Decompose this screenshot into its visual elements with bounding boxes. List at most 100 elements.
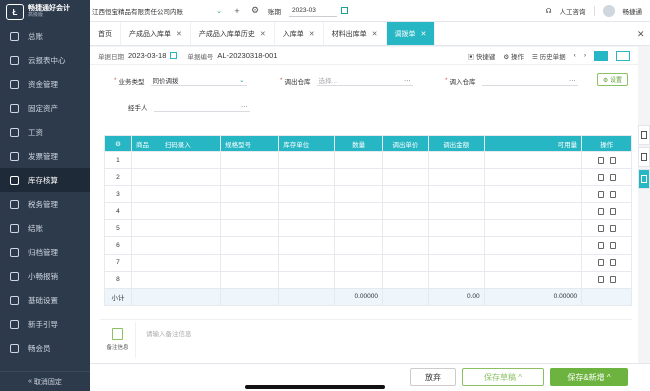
support-link[interactable]: 人工咨询 bbox=[560, 6, 586, 16]
table-cell[interactable] bbox=[278, 270, 336, 289]
date-value[interactable]: 2023-03-18 bbox=[128, 51, 166, 60]
sidebar-item[interactable]: 总账 bbox=[0, 24, 90, 48]
memo-tab[interactable]: 备注信息 bbox=[100, 321, 136, 358]
table-cell[interactable] bbox=[334, 270, 383, 289]
table-cell[interactable] bbox=[334, 202, 383, 221]
table-cell[interactable] bbox=[382, 253, 429, 272]
table-cell[interactable] bbox=[220, 150, 280, 170]
add-icon[interactable]: + bbox=[230, 6, 244, 16]
tab[interactable]: 入库单 ✕ bbox=[275, 22, 324, 45]
close-icon[interactable]: ✕ bbox=[372, 30, 378, 38]
table-cell[interactable] bbox=[220, 219, 280, 238]
close-icon[interactable]: ✕ bbox=[260, 30, 266, 38]
table-cell[interactable] bbox=[130, 185, 222, 204]
more-icon[interactable]: ··· bbox=[569, 77, 576, 84]
more-icon[interactable]: ··· bbox=[241, 103, 248, 110]
close-icon[interactable]: ✕ bbox=[309, 30, 315, 38]
delete-icon[interactable] bbox=[597, 207, 604, 215]
in-warehouse-select[interactable]: ··· bbox=[481, 75, 578, 86]
rail-item-attach[interactable] bbox=[638, 147, 650, 167]
copy-icon[interactable] bbox=[609, 276, 616, 284]
table-cell[interactable] bbox=[427, 185, 485, 204]
period-value[interactable]: 2023-03 bbox=[289, 5, 337, 17]
sidebar-item[interactable]: 资金管理 bbox=[0, 72, 90, 96]
table-cell[interactable] bbox=[278, 253, 336, 272]
sidebar-item[interactable]: 库存核算 bbox=[0, 168, 90, 192]
sidebar-item[interactable]: 新手引导 bbox=[0, 312, 90, 336]
table-row[interactable]: 5 bbox=[104, 219, 632, 238]
delete-icon[interactable] bbox=[597, 190, 604, 198]
table-cell[interactable] bbox=[382, 150, 429, 170]
save-add-button[interactable]: 保存&新增 ^ bbox=[550, 368, 628, 386]
table-cell[interactable] bbox=[130, 219, 222, 238]
scan-entry[interactable]: 扫码录入 bbox=[165, 142, 191, 149]
user-name[interactable]: 畅捷通 bbox=[623, 6, 643, 16]
table-cell[interactable] bbox=[130, 202, 222, 221]
out-warehouse-select[interactable]: 选择... ··· bbox=[316, 75, 413, 86]
sidebar-item[interactable]: 云报表中心 bbox=[0, 48, 90, 72]
table-cell[interactable] bbox=[382, 219, 429, 238]
shortcut-button[interactable]: ▣ 快捷键 bbox=[468, 51, 496, 61]
column-settings[interactable]: ⚙ bbox=[104, 135, 132, 152]
close-icon[interactable]: ✕ bbox=[421, 30, 427, 38]
delete-icon[interactable] bbox=[597, 276, 604, 284]
table-cell[interactable] bbox=[483, 236, 583, 255]
copy-icon[interactable] bbox=[609, 224, 616, 232]
sidebar-item[interactable]: 基础设置 bbox=[0, 288, 90, 312]
calendar-icon[interactable] bbox=[170, 52, 178, 59]
sidebar-item[interactable]: 结账 bbox=[0, 216, 90, 240]
table-cell[interactable] bbox=[220, 185, 280, 204]
gear-icon[interactable]: ⚙ bbox=[248, 5, 262, 16]
table-cell[interactable] bbox=[483, 253, 583, 272]
table-cell[interactable] bbox=[382, 270, 429, 289]
table-cell[interactable] bbox=[278, 185, 336, 204]
avatar[interactable] bbox=[602, 5, 615, 17]
table-cell[interactable] bbox=[334, 150, 383, 170]
tab[interactable]: 首页 bbox=[90, 22, 121, 45]
history-button[interactable]: ☰ 历史单据 bbox=[532, 51, 566, 61]
table-cell[interactable] bbox=[483, 219, 583, 238]
table-cell[interactable] bbox=[334, 168, 383, 187]
biz-type-select[interactable]: 同价调拨 ⌄ bbox=[150, 75, 247, 86]
settings-button[interactable]: ⚙ 设置 bbox=[596, 73, 628, 86]
table-cell[interactable] bbox=[427, 219, 485, 238]
table-cell[interactable] bbox=[278, 168, 336, 187]
table-cell[interactable] bbox=[278, 150, 336, 170]
copy-icon[interactable] bbox=[609, 242, 616, 250]
table-cell[interactable] bbox=[483, 270, 583, 289]
table-row[interactable]: 4 bbox=[104, 202, 632, 221]
table-cell[interactable] bbox=[334, 253, 383, 272]
table-cell[interactable] bbox=[278, 202, 336, 221]
tab[interactable]: 产成品入库单历史 ✕ bbox=[191, 22, 275, 45]
card-view-button[interactable] bbox=[616, 50, 630, 61]
table-cell[interactable] bbox=[334, 185, 383, 204]
table-cell[interactable] bbox=[278, 219, 336, 238]
table-row[interactable]: 3 bbox=[104, 185, 632, 204]
close-icon[interactable]: ✕ bbox=[637, 29, 645, 40]
table-cell[interactable] bbox=[130, 150, 222, 170]
table-row[interactable]: 2 bbox=[104, 168, 632, 187]
table-cell[interactable] bbox=[483, 168, 583, 187]
table-cell[interactable] bbox=[427, 270, 485, 289]
table-cell[interactable] bbox=[382, 202, 429, 221]
handler-select[interactable]: ··· bbox=[153, 101, 250, 112]
table-cell[interactable] bbox=[220, 236, 280, 255]
delete-icon[interactable] bbox=[597, 173, 604, 181]
sidebar-item[interactable]: 工资 bbox=[0, 120, 90, 144]
copy-icon[interactable] bbox=[609, 173, 616, 181]
tab[interactable]: 调拨单 ✕ bbox=[386, 22, 436, 45]
delete-icon[interactable] bbox=[597, 242, 604, 250]
table-cell[interactable] bbox=[427, 168, 485, 187]
table-cell[interactable] bbox=[220, 253, 280, 272]
table-cell[interactable] bbox=[334, 219, 383, 238]
sidebar-item[interactable]: 税务管理 bbox=[0, 192, 90, 216]
table-cell[interactable] bbox=[483, 150, 583, 170]
table-cell[interactable] bbox=[220, 168, 280, 187]
unpin-sidebar-button[interactable]: « 取消固定 bbox=[0, 371, 90, 391]
table-cell[interactable] bbox=[427, 202, 485, 221]
table-cell[interactable] bbox=[220, 202, 280, 221]
calendar-icon[interactable] bbox=[341, 7, 348, 14]
operations-button[interactable]: ⚙ 操作 bbox=[503, 51, 524, 61]
copy-icon[interactable] bbox=[609, 207, 616, 215]
table-cell[interactable] bbox=[427, 150, 485, 170]
